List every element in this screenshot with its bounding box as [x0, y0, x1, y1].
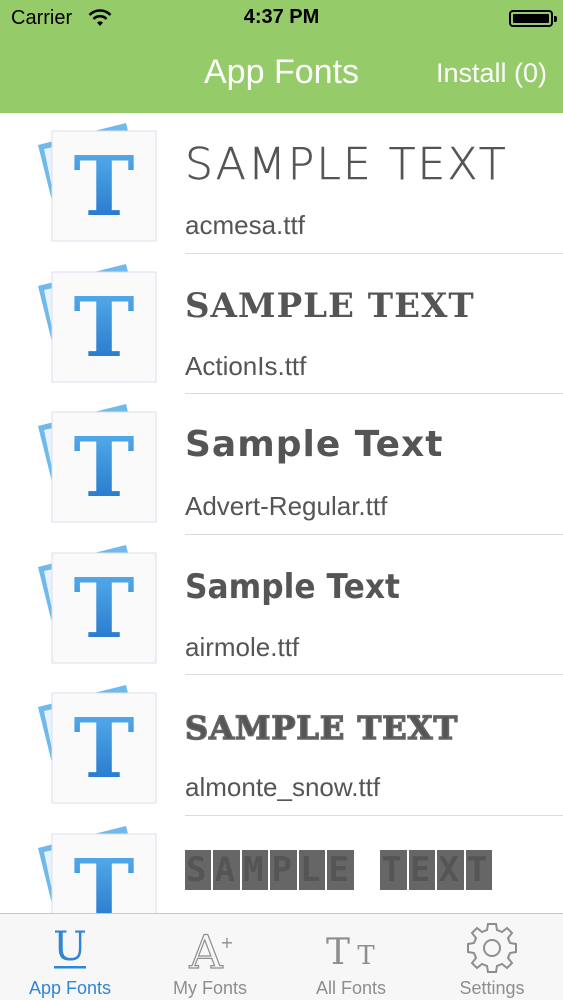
- svg-text:T: T: [357, 941, 375, 971]
- font-file-icon: T: [38, 404, 157, 523]
- font-sample-text: SAMPLE TEXT: [185, 285, 475, 326]
- svg-text:T: T: [73, 280, 134, 376]
- install-button[interactable]: Install (0): [436, 58, 547, 89]
- font-sample-text: Sample Text: [185, 424, 444, 465]
- u-letter-icon: U: [0, 922, 140, 974]
- clock: 4:37 PM: [243, 6, 320, 28]
- tab-label: My Fonts: [172, 978, 247, 998]
- tab-bar: U App Fonts A + My Fonts T T All Fonts S…: [0, 913, 563, 1000]
- font-sample-text: Sample Text: [185, 566, 400, 607]
- font-sample-text: SAMPLE TEXT: [184, 708, 459, 748]
- tab-label: All Fonts: [315, 978, 387, 998]
- font-filename: almonte_snow.ttf: [185, 772, 381, 802]
- svg-text:T: T: [73, 139, 134, 235]
- status-bar: Carrier 4:37 PM: [0, 0, 563, 36]
- svg-text:T: T: [73, 842, 134, 914]
- font-sample-text: SAMPLE TEXT: [185, 139, 508, 191]
- svg-text:U: U: [53, 924, 87, 970]
- navigation-header: Carrier 4:37 PM App Fonts Install (0): [0, 0, 563, 113]
- font-filename: acmesa.ttf: [185, 210, 305, 240]
- tab-label: Settings: [459, 978, 525, 998]
- list-item[interactable]: T SAMPLE TEXT ActionIs.ttf: [0, 254, 563, 394]
- list-item[interactable]: T SAMPLE TEXT acmesa.ttf: [0, 113, 563, 254]
- gear-icon: [422, 922, 562, 974]
- font-list[interactable]: T SAMPLE TEXT acmesa.ttf T SAMPLE TEXT A…: [0, 113, 563, 913]
- list-item[interactable]: T Sample Text airmole.ttf: [0, 535, 563, 675]
- font-file-icon: T: [38, 123, 157, 242]
- svg-text:T: T: [73, 701, 134, 797]
- tab-my-fonts[interactable]: A + My Fonts: [140, 914, 280, 1000]
- font-filename: airmole.ttf: [185, 631, 300, 662]
- font-filename: Advert-Regular.ttf: [185, 491, 388, 521]
- list-item[interactable]: T SAMPLE TEXT almonte_snow.ttf: [0, 675, 563, 816]
- tab-settings[interactable]: Settings: [422, 914, 562, 1000]
- font-file-icon: T: [38, 825, 157, 914]
- svg-text:T: T: [73, 420, 134, 516]
- battery-icon: [509, 10, 557, 27]
- list-item[interactable]: T SAMPLE TEXT: [0, 816, 563, 914]
- font-filename: ActionIs.ttf: [185, 350, 307, 381]
- font-sample-text: SAMPLE TEXT: [185, 849, 493, 890]
- svg-text:+: +: [220, 933, 233, 952]
- tab-all-fonts[interactable]: T T All Fonts: [281, 914, 421, 1000]
- tab-label: App Fonts: [28, 978, 112, 998]
- svg-text:T: T: [326, 932, 350, 973]
- tab-app-fonts[interactable]: U App Fonts: [0, 914, 140, 1000]
- svg-text:A: A: [188, 925, 223, 974]
- font-file-icon: T: [38, 263, 157, 382]
- list-item[interactable]: T Sample Text Advert-Regular.ttf: [0, 394, 563, 535]
- a-plus-icon: A +: [140, 922, 280, 979]
- font-file-icon: T: [38, 544, 157, 663]
- font-file-icon: T: [38, 685, 157, 804]
- tt-letters-icon: T T: [281, 922, 421, 974]
- svg-text:T: T: [73, 561, 134, 657]
